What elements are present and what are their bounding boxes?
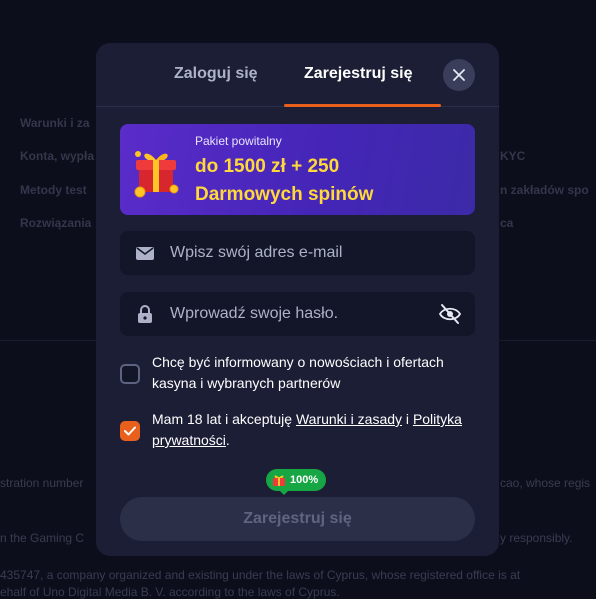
badge-pointer: [278, 489, 290, 495]
bg-footer-line: y responsibly.: [500, 531, 573, 545]
envelope-icon: [136, 247, 154, 260]
tab-login[interactable]: Zaloguj się: [174, 65, 258, 83]
lock-icon: [138, 305, 152, 323]
promo-title-line: do 1500 zł + 250: [195, 156, 340, 177]
terms-link[interactable]: Warunki i zasady: [296, 411, 402, 427]
bg-footer-line: 435747, a company organized and existing…: [0, 568, 521, 582]
password-field: [120, 292, 475, 336]
newsletter-label: Chcę być informowany o nowościach i ofer…: [152, 354, 444, 391]
terms-prefix: Mam 18 lat i akceptuję: [152, 411, 296, 427]
bg-item: Warunki i za: [20, 116, 90, 130]
active-tab-indicator: [284, 104, 441, 107]
terms-checkbox[interactable]: [120, 421, 140, 441]
bg-footer-line: stration number: [0, 476, 84, 490]
bonus-percent: 100%: [290, 474, 319, 486]
auth-tabs: Zaloguj się Zarejestruj się: [96, 43, 499, 107]
bg-item: ca: [500, 216, 514, 230]
password-input[interactable]: [170, 292, 430, 336]
bg-footer-line: n the Gaming C: [0, 531, 85, 545]
gift-icon: [134, 151, 179, 198]
register-modal: Zaloguj się Zarejestruj się Pakiet powit…: [96, 43, 499, 556]
terms-label: Mam 18 lat i akceptuję Warunki i zasady …: [152, 409, 472, 451]
email-input[interactable]: [170, 231, 430, 275]
bg-item: Konta, wypła: [20, 149, 95, 163]
bg-item: Rozwiązania: [20, 216, 92, 230]
promo-title-line: Darmowych spinów: [195, 184, 374, 205]
bg-footer-line: ehalf of Uno Digital Media B. V. accordi…: [0, 585, 340, 599]
hide-password-icon[interactable]: [438, 303, 462, 325]
checkmark-icon: [124, 426, 136, 436]
email-field: [120, 231, 475, 275]
bonus-badge: 100%: [266, 469, 327, 491]
tab-register[interactable]: Zarejestruj się: [304, 65, 413, 83]
close-button[interactable]: [443, 59, 475, 91]
terms-conjunction: i: [402, 411, 413, 427]
gift-badge-icon: [273, 475, 285, 486]
terms-suffix: .: [225, 432, 230, 448]
newsletter-checkbox[interactable]: [120, 364, 140, 384]
promo-title: do 1500 zł + 250 Darmowych spinów: [195, 153, 373, 209]
close-icon: [453, 69, 465, 81]
welcome-bonus-banner: Pakiet powitalny do 1500 zł + 250 Darmow…: [120, 124, 475, 215]
bg-item: n zakładów spo: [500, 183, 589, 197]
register-submit-button[interactable]: Zarejestruj się: [120, 497, 475, 541]
promo-subtitle: Pakiet powitalny: [195, 134, 282, 148]
bg-footer-line: cao, whose regis: [500, 476, 591, 490]
bg-item: KYC: [500, 149, 526, 163]
bg-item: Metody test: [20, 183, 87, 197]
